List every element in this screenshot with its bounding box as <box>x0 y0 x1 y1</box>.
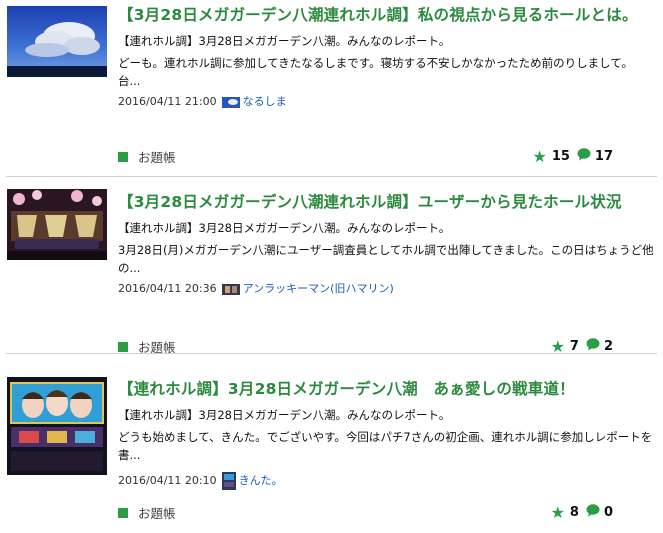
comment-count: 2 <box>603 339 613 354</box>
post-title-link[interactable]: 【連れホル調】3月28日メガガーデン八潮 あぁ愛しの戦車道！ <box>118 380 575 398</box>
post-lead: 【連れホル調】3月28日メガガーデン八潮。みんなのレポート。 <box>118 408 451 422</box>
like-count: 15 <box>551 149 570 164</box>
post-stats: ★ 15 17 <box>532 148 613 165</box>
post-title[interactable]: 【3月28日メガガーデン八潮連れホル調】私の視点から見るホールとは。 <box>118 5 654 26</box>
post-item: 【3月28日メガガーデン八潮連れホル調】私の視点から見るホールとは。 【連れホル… <box>0 0 663 177</box>
category-square-icon <box>118 151 128 162</box>
star-icon: ★ <box>550 502 565 522</box>
post-excerpt: どうも始めまして、きんた。でございやす。今回はパチ7さんの初企画、連れホル調に参… <box>118 430 653 462</box>
post-excerpt: どーも。連れホル調に参加してきたなるしまです。寝坊する不安しかなかったため前のり… <box>118 56 633 88</box>
post-title-link[interactable]: 【3月28日メガガーデン八潮連れホル調】ユーザーから見たホール状況 <box>118 193 622 211</box>
comment-count: 0 <box>603 505 613 520</box>
category-tag[interactable]: お題帳 <box>118 147 176 166</box>
star-icon: ★ <box>532 146 547 166</box>
post-date: 2016/04/11 20:36 <box>118 282 217 295</box>
post-item: 【連れホル調】3月28日メガガーデン八潮 あぁ愛しの戦車道！ 【連れホル調】3月… <box>0 354 663 533</box>
category-label: お題帳 <box>138 506 176 521</box>
post-meta: 2016/04/11 20:10 きんた。 <box>118 472 654 490</box>
post-thumbnail[interactable] <box>7 6 107 77</box>
author-link[interactable]: なるしま <box>243 94 287 110</box>
post-date: 2016/04/11 20:10 <box>118 474 217 487</box>
comment-bubble-icon <box>586 504 600 521</box>
post-item: 【3月28日メガガーデン八潮連れホル調】ユーザーから見たホール状況 【連れホル調… <box>0 177 663 355</box>
author-avatar[interactable] <box>221 472 236 490</box>
like-count: 7 <box>569 339 579 354</box>
post-lead: 【連れホル調】3月28日メガガーデン八潮。みんなのレポート。 <box>118 34 451 48</box>
comment-bubble-icon <box>577 148 591 165</box>
like-count: 8 <box>569 505 579 520</box>
post-stats: ★ 8 0 <box>551 504 613 521</box>
post-title[interactable]: 【連れホル調】3月28日メガガーデン八潮 あぁ愛しの戦車道！ <box>118 379 654 400</box>
post-date: 2016/04/11 21:00 <box>118 95 217 108</box>
comment-count: 17 <box>594 149 613 164</box>
author-link[interactable]: きんた。 <box>239 473 283 489</box>
post-thumbnail[interactable] <box>7 377 107 475</box>
category-square-icon <box>118 341 128 352</box>
post-title-link[interactable]: 【3月28日メガガーデン八潮連れホル調】私の視点から見るホールとは。 <box>118 6 638 24</box>
author-avatar[interactable] <box>221 96 240 108</box>
post-excerpt: 3月28日(月)メガガーデン八潮にユーザー調査員としてホル調で出陣してきました。… <box>118 243 654 275</box>
author-link[interactable]: アンラッキーマン(旧ハマリン) <box>243 281 394 297</box>
author-avatar[interactable] <box>221 283 240 295</box>
post-lead: 【連れホル調】3月28日メガガーデン八潮。みんなのレポート。 <box>118 221 451 235</box>
post-meta: 2016/04/11 20:36 アンラッキーマン(旧ハマリン) <box>118 281 654 297</box>
post-title[interactable]: 【3月28日メガガーデン八潮連れホル調】ユーザーから見たホール状況 <box>118 192 654 213</box>
post-meta: 2016/04/11 21:00 なるしま <box>118 94 654 110</box>
category-tag[interactable]: お題帳 <box>118 503 176 522</box>
post-thumbnail[interactable] <box>7 189 107 260</box>
category-label: お題帳 <box>138 150 176 165</box>
category-square-icon <box>118 507 128 518</box>
